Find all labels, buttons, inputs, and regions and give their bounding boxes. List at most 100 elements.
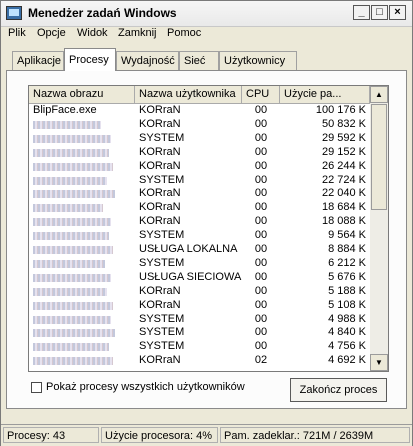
status-bar: Procesy: 43 Użycie procesora: 4% Pam. za… — [1, 424, 412, 446]
obscured-image-name — [33, 190, 115, 199]
cell-cpu: 00 — [254, 215, 268, 228]
obscured-image-name — [33, 343, 109, 352]
cell-user-name: SYSTEM — [139, 312, 185, 325]
cell-image-name — [33, 132, 133, 145]
table-row[interactable]: SYSTEM 00 4 988 K — [29, 313, 370, 326]
close-button[interactable]: × — [389, 5, 406, 20]
scroll-down-arrow-icon[interactable]: ▼ — [370, 354, 388, 371]
cell-cpu: 00 — [254, 187, 268, 200]
cell-memory: 29 152 K — [321, 145, 366, 158]
cell-user-name: KORraN — [139, 201, 181, 214]
show-all-processes-label[interactable]: Pokaż procesy wszystkich użytkowników — [46, 381, 245, 393]
tab-uzytkownicy[interactable]: Użytkownicy — [219, 51, 297, 70]
cell-memory: 26 244 K — [321, 159, 366, 172]
cell-cpu: 00 — [254, 256, 268, 269]
column-header-memory[interactable]: Użycie pa... — [280, 86, 370, 103]
cell-user-name: SYSTEM — [139, 173, 185, 186]
status-process-count: Procesy: 43 — [3, 427, 99, 443]
title-bar[interactable]: Menedżer zadań Windows _ □ × — [1, 1, 412, 27]
obscured-image-name — [33, 246, 113, 254]
task-manager-app-icon — [6, 6, 22, 20]
menu-plik[interactable]: Plik — [8, 27, 26, 39]
table-row[interactable]: USŁUGA SIECIOWA 00 5 676 K — [29, 271, 370, 284]
end-process-button[interactable]: Zakończ proces — [290, 378, 387, 402]
cell-image-name — [33, 313, 133, 326]
cell-cpu: 00 — [254, 326, 268, 339]
cell-cpu: 00 — [254, 270, 268, 283]
column-header-image-name[interactable]: Nazwa obrazu — [29, 86, 135, 103]
minimize-button[interactable]: _ — [353, 5, 370, 20]
scrollbar-thumb[interactable] — [371, 104, 387, 210]
table-row[interactable]: KORraN 00 18 088 K — [29, 215, 370, 228]
table-row[interactable]: SYSTEM 00 9 564 K — [29, 229, 370, 242]
cell-memory: 50 832 K — [321, 117, 366, 130]
menu-opcje[interactable]: Opcje — [37, 27, 66, 39]
cell-image-name — [33, 215, 133, 228]
cell-memory: 18 088 K — [321, 215, 366, 228]
tab-wydajnosc[interactable]: Wydajność — [116, 51, 179, 70]
cell-cpu: 00 — [254, 340, 268, 353]
table-row[interactable]: BlipFace.exe KORraN 00 100 176 K — [29, 104, 370, 117]
table-row[interactable]: KORraN 00 22 040 K — [29, 187, 370, 200]
obscured-image-name — [33, 259, 105, 268]
table-row[interactable]: KORraN 02 4 692 K — [29, 354, 370, 367]
table-row[interactable]: KORraN 00 5 108 K — [29, 299, 370, 312]
menu-widok[interactable]: Widok — [77, 27, 108, 39]
cell-image-name — [33, 201, 133, 214]
table-row[interactable]: KORraN 00 18 684 K — [29, 201, 370, 214]
show-all-processes-checkbox[interactable] — [31, 382, 42, 393]
status-commit-charge: Pam. zadeklar.: 721M / 2639M — [220, 427, 410, 443]
cell-cpu: 00 — [254, 229, 268, 242]
obscured-image-name — [33, 329, 115, 338]
cell-cpu: 00 — [254, 117, 268, 130]
cell-image-name — [33, 146, 133, 159]
table-row[interactable]: KORraN 00 50 832 K — [29, 118, 370, 131]
cell-user-name: USŁUGA SIECIOWA — [139, 270, 242, 283]
menu-zamknij[interactable]: Zamknij — [118, 27, 157, 39]
cell-image-name — [33, 118, 133, 131]
obscured-image-name — [33, 120, 101, 129]
process-list[interactable]: Nazwa obrazu Nazwa użytkownika CPU Użyci… — [28, 85, 389, 372]
cell-user-name: KORraN — [139, 298, 181, 311]
obscured-image-name — [33, 273, 111, 282]
process-list-header: Nazwa obrazu Nazwa użytkownika CPU Użyci… — [29, 86, 370, 104]
scroll-up-arrow-icon[interactable]: ▲ — [370, 86, 388, 103]
cell-cpu: 00 — [254, 104, 268, 116]
maximize-button[interactable]: □ — [371, 5, 388, 20]
tab-aplikacje[interactable]: Aplikacje — [12, 51, 64, 70]
column-header-user-name[interactable]: Nazwa użytkownika — [135, 86, 242, 103]
table-row[interactable]: KORraN 00 29 152 K — [29, 146, 370, 159]
obscured-image-name — [33, 315, 111, 324]
table-row[interactable]: SYSTEM 00 22 724 K — [29, 174, 370, 187]
menu-pomoc[interactable]: Pomoc — [167, 27, 201, 39]
vertical-scrollbar[interactable]: ▲ ▼ — [370, 86, 388, 371]
table-row[interactable]: USŁUGA LOKALNA 00 8 884 K — [29, 243, 370, 256]
table-row[interactable]: SYSTEM 00 4 840 K — [29, 326, 370, 339]
obscured-image-name — [33, 204, 103, 213]
cell-user-name: KORraN — [139, 104, 181, 116]
tab-siec[interactable]: Sieć — [179, 51, 219, 70]
table-row[interactable]: KORraN 00 5 188 K — [29, 285, 370, 298]
cell-image-name — [33, 174, 133, 187]
tab-strip: Aplikacje Procesy Wydajność Sieć Użytkow… — [1, 47, 412, 71]
cell-user-name: KORraN — [139, 354, 181, 367]
cell-cpu: 00 — [254, 243, 268, 255]
obscured-image-name — [33, 176, 107, 185]
cell-memory: 9 564 K — [328, 229, 366, 242]
table-row[interactable]: SYSTEM 00 29 592 K — [29, 132, 370, 145]
cell-user-name: KORraN — [139, 187, 181, 200]
cell-cpu: 00 — [254, 298, 268, 311]
cell-user-name: KORraN — [139, 117, 181, 130]
table-row[interactable]: SYSTEM 00 4 756 K — [29, 340, 370, 353]
obscured-image-name — [33, 357, 113, 366]
tab-procesy[interactable]: Procesy — [64, 48, 116, 71]
obscured-image-name — [33, 218, 111, 227]
table-row[interactable]: SYSTEM 00 6 212 K — [29, 257, 370, 270]
cell-memory: 8 884 K — [328, 243, 366, 255]
column-header-cpu[interactable]: CPU — [242, 86, 280, 103]
cell-memory: 22 040 K — [321, 187, 366, 200]
cell-cpu: 00 — [254, 284, 268, 297]
obscured-image-name — [33, 232, 109, 241]
cell-user-name: SYSTEM — [139, 229, 185, 242]
table-row[interactable]: KORraN 00 26 244 K — [29, 160, 370, 173]
